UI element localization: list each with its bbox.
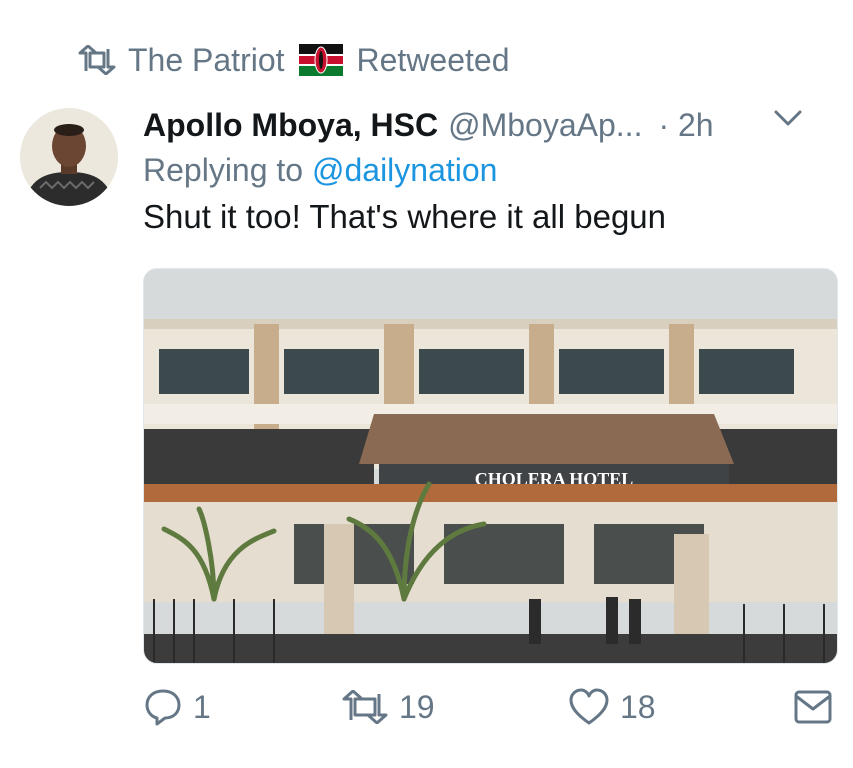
avatar[interactable]: [20, 108, 118, 206]
replying-to: Replying to @dailynation: [143, 152, 497, 196]
like-icon: [568, 688, 610, 726]
retweeter-name[interactable]: The Patriot: [128, 42, 285, 79]
reply-icon: [143, 687, 183, 727]
timestamp[interactable]: · 2h: [658, 107, 713, 144]
display-name[interactable]: Apollo Mboya, HSC: [143, 107, 438, 144]
retweet-icon: [341, 690, 389, 724]
tweet-header: Apollo Mboya, HSC @MboyaAp... · 2h: [143, 100, 833, 150]
handle[interactable]: @MboyaAp...: [448, 107, 642, 144]
reply-count: 1: [193, 688, 211, 725]
retweet-count: 19: [399, 688, 435, 725]
reply-button[interactable]: 1: [143, 682, 211, 732]
message-button[interactable]: [793, 682, 833, 732]
retweeted-label: Retweeted: [356, 41, 510, 78]
retweet-context[interactable]: The Patriot Retweeted: [78, 38, 510, 82]
tweet-image[interactable]: CHOLERA HOTEL: [143, 268, 838, 664]
retweet-icon: [78, 45, 116, 75]
message-icon: [793, 689, 833, 725]
mention-link[interactable]: @dailynation: [312, 152, 497, 188]
action-bar: 1 19 18: [143, 682, 843, 732]
like-button[interactable]: 18: [568, 682, 656, 732]
retweet-button[interactable]: 19: [341, 682, 435, 732]
chevron-down-icon[interactable]: [773, 108, 803, 128]
replying-prefix: Replying to: [143, 152, 304, 188]
like-count: 18: [620, 688, 656, 725]
kenya-flag-icon: [298, 44, 343, 76]
tweet-text: Shut it too! That's where it all begun: [143, 198, 667, 235]
